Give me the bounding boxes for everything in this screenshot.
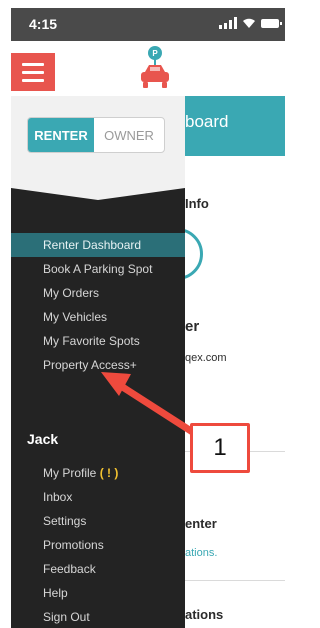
nav-item-property-access[interactable]: Property Access+ [11, 353, 185, 377]
callout-number-box: 1 [190, 423, 250, 473]
dashboard-title: board [185, 112, 229, 131]
nav-item-book-parking[interactable]: Book A Parking Spot [11, 257, 185, 281]
wifi-icon [243, 18, 255, 28]
renter-nav-list: Renter Dashboard Book A Parking Spot My … [11, 233, 185, 377]
divider [181, 580, 285, 581]
info-heading: Info [185, 196, 209, 211]
menu-icon [22, 62, 44, 66]
section-heading: enter [185, 516, 217, 531]
svg-text:P: P [152, 49, 158, 58]
mode-toggle: RENTER OWNER [27, 117, 165, 153]
user-name-fragment: er [185, 318, 200, 335]
menu-button[interactable] [11, 53, 55, 91]
nav-item-my-orders[interactable]: My Orders [11, 281, 185, 305]
app-header: P [11, 41, 285, 96]
nav-item-my-vehicles[interactable]: My Vehicles [11, 305, 185, 329]
section-heading: ations [185, 607, 224, 622]
section-link[interactable]: ations. [185, 547, 217, 559]
account-nav-list: My Profile ( ! ) Inbox Settings Promotio… [11, 461, 185, 628]
drawer-header: RENTER OWNER [11, 96, 185, 188]
profile-warning-badge: ( ! ) [99, 466, 119, 480]
status-time: 4:15 [29, 16, 58, 32]
user-email-fragment: qex.com [185, 352, 227, 364]
nav-item-inbox[interactable]: Inbox [11, 485, 185, 509]
user-name-heading: Jack [27, 431, 59, 447]
navigation-drawer: RENTER OWNER Renter Dashboard Book A Par… [11, 96, 185, 628]
nav-item-renter-dashboard[interactable]: Renter Dashboard [11, 233, 185, 257]
signal-icon [219, 17, 237, 29]
nav-item-favorite-spots[interactable]: My Favorite Spots [11, 329, 185, 353]
drawer-notch [11, 188, 185, 200]
parking-car-logo-icon: P [141, 46, 169, 88]
nav-item-sign-out[interactable]: Sign Out [11, 605, 185, 628]
nav-item-help[interactable]: Help [11, 581, 185, 605]
phone-screen: 4:15 P board Info er qex.com enter ation… [11, 8, 285, 628]
nav-item-my-profile[interactable]: My Profile ( ! ) [11, 461, 185, 485]
nav-item-promotions[interactable]: Promotions [11, 533, 185, 557]
battery-icon [261, 18, 282, 28]
nav-item-label: My Profile [43, 466, 97, 480]
status-icons [219, 17, 282, 29]
nav-item-settings[interactable]: Settings [11, 509, 185, 533]
owner-mode-button[interactable]: OWNER [94, 118, 164, 152]
status-bar: 4:15 [11, 8, 285, 41]
renter-mode-button[interactable]: RENTER [28, 118, 94, 152]
nav-item-feedback[interactable]: Feedback [11, 557, 185, 581]
